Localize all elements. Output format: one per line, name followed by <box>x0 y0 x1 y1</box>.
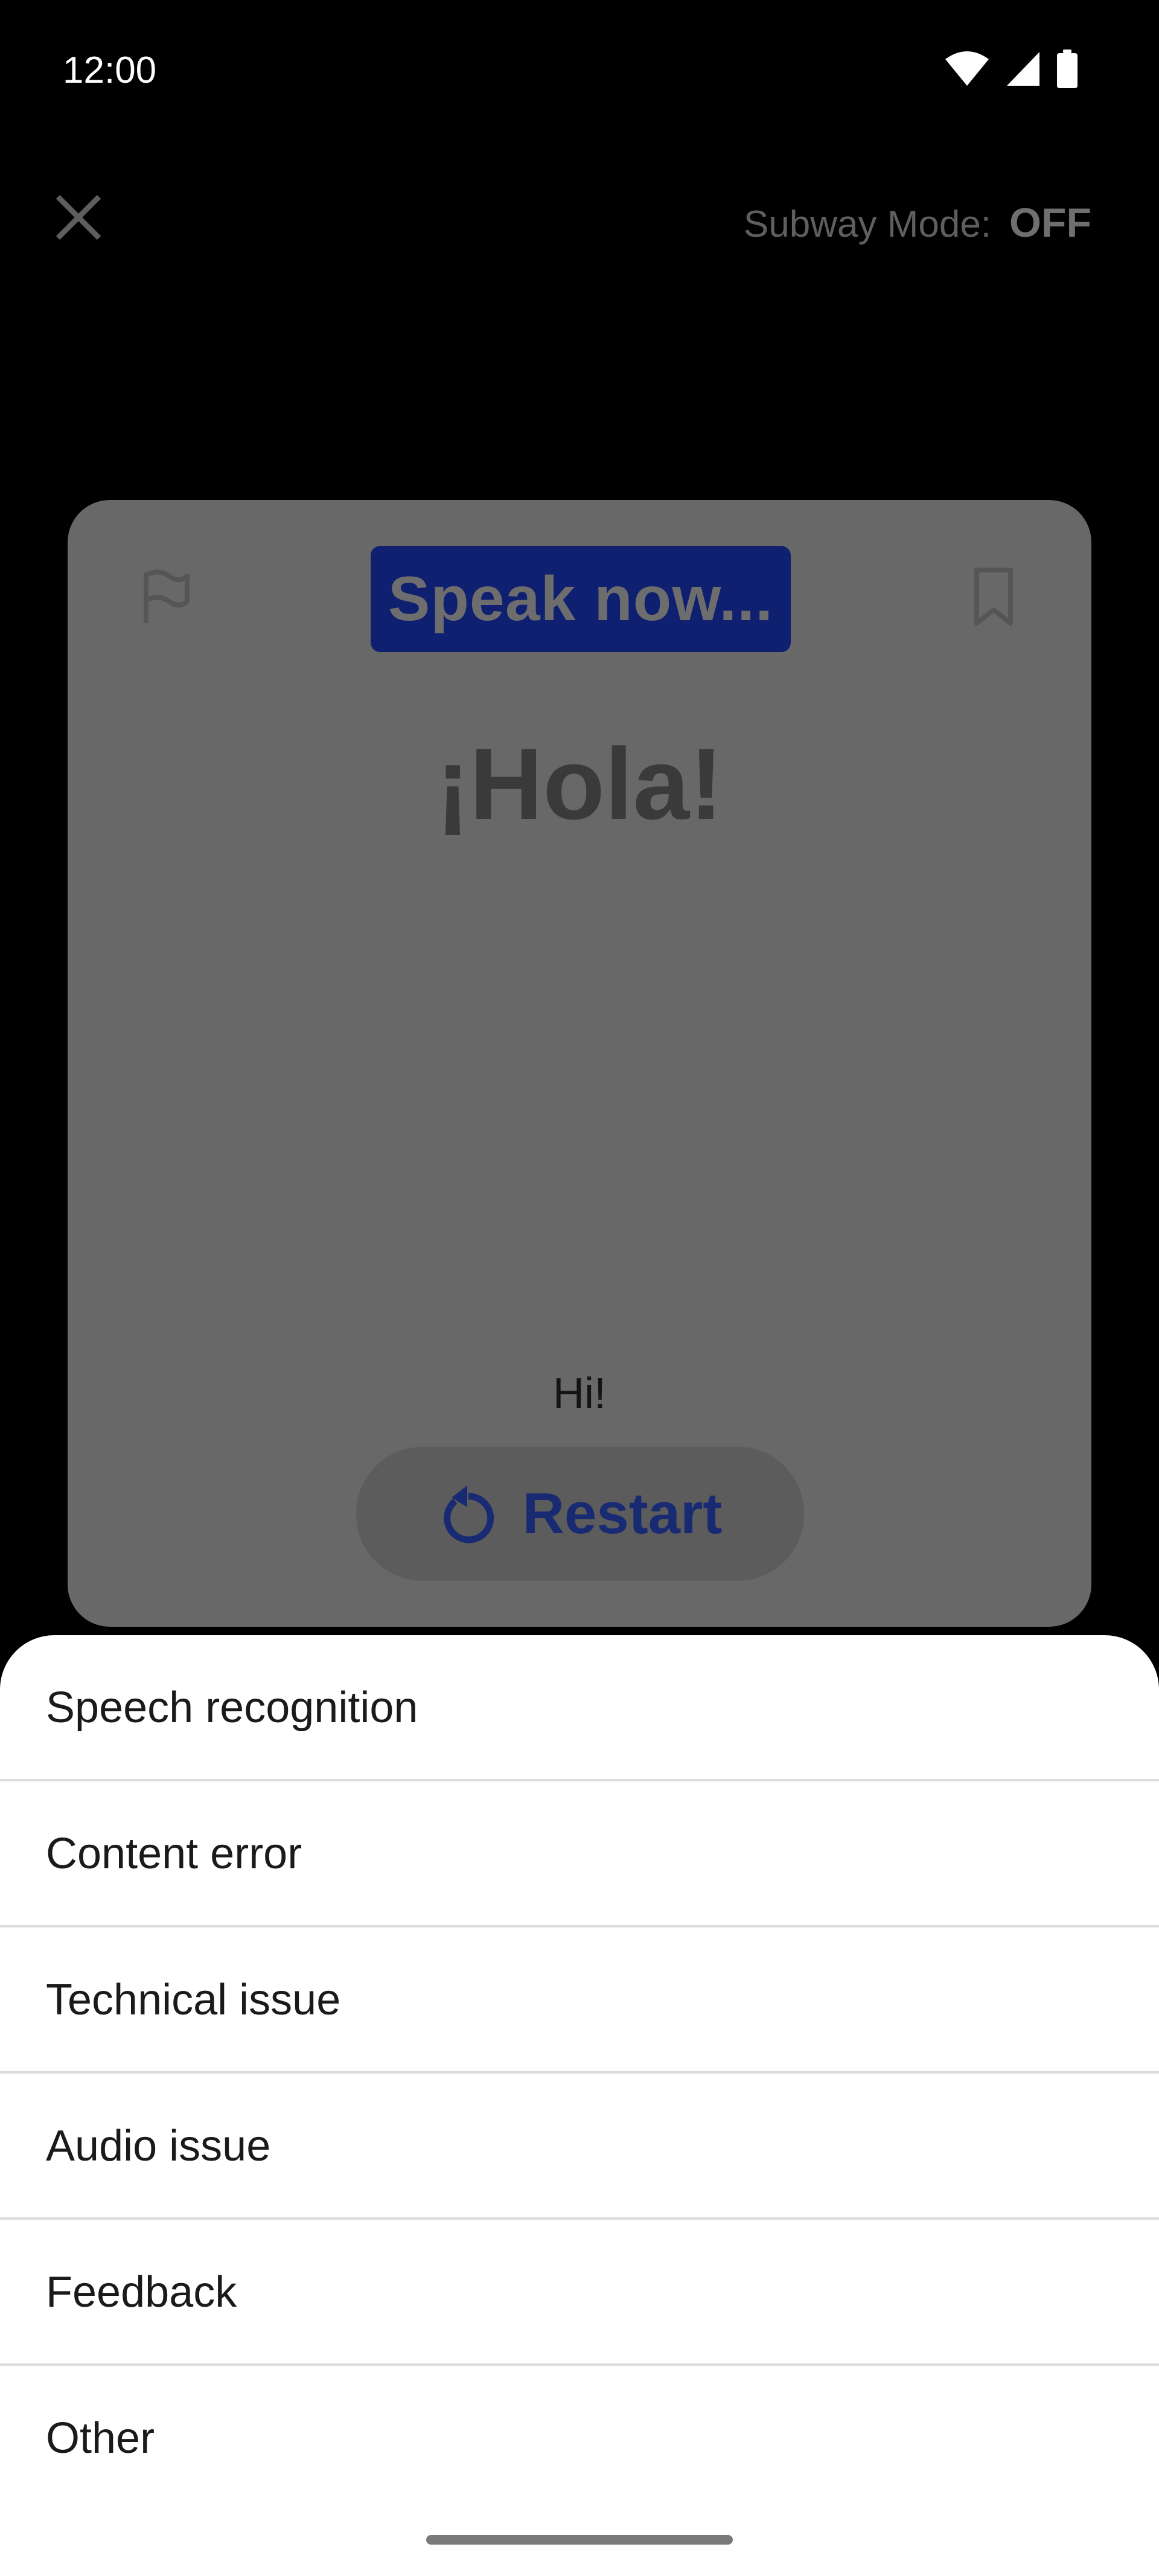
report-button[interactable] <box>134 566 194 627</box>
bookmark-icon <box>974 568 1013 626</box>
report-options-sheet: Speech recognition Content error Technic… <box>0 1635 1159 2576</box>
flag-icon <box>144 569 190 623</box>
speak-now-badge: Speak now... <box>371 546 791 652</box>
cell-signal-icon <box>1007 52 1039 86</box>
option-content-error[interactable]: Content error <box>0 1781 1159 1926</box>
option-speech-recognition[interactable]: Speech recognition <box>0 1635 1159 1780</box>
option-feedback[interactable]: Feedback <box>0 2220 1159 2365</box>
home-indicator[interactable] <box>426 2535 733 2545</box>
status-time: 12:00 <box>63 50 157 91</box>
option-technical-issue[interactable]: Technical issue <box>0 1927 1159 2072</box>
close-button[interactable] <box>42 181 115 254</box>
restart-button[interactable]: Restart <box>356 1447 804 1581</box>
phrase-card: Speak now... ¡Hola! Hi! Restart <box>68 500 1091 1627</box>
option-audio-issue[interactable]: Audio issue <box>0 2074 1159 2219</box>
battery-icon <box>1057 50 1078 88</box>
bookmark-button[interactable] <box>963 566 1024 627</box>
translation-text: Hi! <box>553 1370 606 1418</box>
status-icons <box>944 50 1078 88</box>
option-other[interactable]: Other <box>0 2366 1159 2511</box>
phrase-text: ¡Hola! <box>436 727 723 841</box>
subway-mode-toggle[interactable]: Subway Mode: OFF <box>744 199 1091 246</box>
close-icon <box>56 194 101 240</box>
restart-icon <box>443 1485 494 1543</box>
subway-mode-state: OFF <box>1009 200 1091 246</box>
restart-label: Restart <box>522 1481 723 1546</box>
subway-mode-label: Subway Mode: <box>743 203 992 245</box>
wifi-icon <box>945 51 989 86</box>
